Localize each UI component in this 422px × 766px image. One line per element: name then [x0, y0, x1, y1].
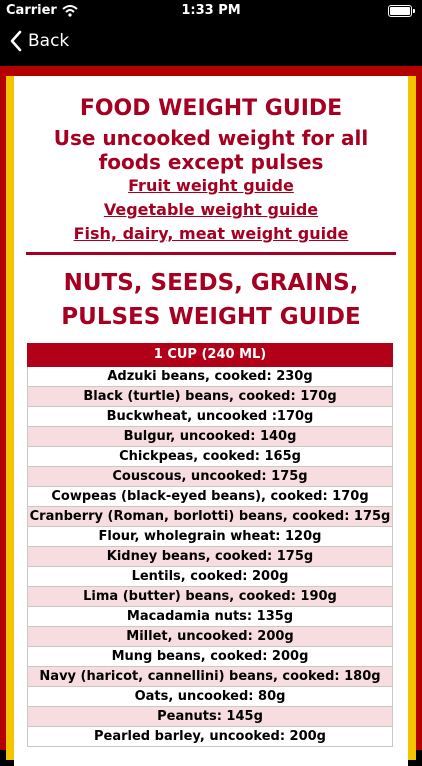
table-row: Adzuki beans, cooked: 230g	[27, 367, 393, 387]
table-row: Lentils, cooked: 200g	[27, 567, 393, 587]
table-row: Cowpeas (black-eyed beans), cooked: 170g	[27, 487, 393, 507]
back-label: Back	[28, 31, 70, 51]
table-row: Mung beans, cooked: 200g	[27, 647, 393, 667]
back-button[interactable]: Back	[10, 30, 69, 52]
status-bar: Carrier 1:33 PM	[0, 0, 422, 22]
table-row: Chickpeas, cooked: 165g	[27, 447, 393, 467]
weight-table: 1 CUP (240 ML) Adzuki beans, cooked: 230…	[27, 343, 393, 747]
status-time: 1:33 PM	[181, 3, 241, 18]
table-header: 1 CUP (240 ML)	[27, 343, 393, 367]
table-row: Peanuts: 145g	[27, 707, 393, 727]
table-row: Lima (butter) beans, cooked: 190g	[27, 587, 393, 607]
table-row: Navy (haricot, cannellini) beans, cooked…	[27, 667, 393, 687]
table-row: Pearled barley, uncooked: 200g	[27, 727, 393, 747]
table-row: Oats, uncooked: 80g	[27, 687, 393, 707]
table-row: Black (turtle) beans, cooked: 170g	[27, 387, 393, 407]
section-title-line-1: NUTS, SEEDS, GRAINS,	[63, 270, 359, 296]
page-title: FOOD WEIGHT GUIDE	[79, 96, 343, 121]
table-row: Macadamia nuts: 135g	[27, 607, 393, 627]
section-divider	[26, 252, 396, 255]
table-row: Bulgur, uncooked: 140g	[27, 427, 393, 447]
content-card: FOOD WEIGHT GUIDE Use uncooked weight fo…	[14, 76, 408, 766]
subtitle-line-2: foods except pulses	[98, 150, 324, 174]
vegetable-guide-link[interactable]: Vegetable weight guide	[14, 200, 408, 219]
navigation-bar: Back	[0, 22, 422, 66]
table-row: Kidney beans, cooked: 175g	[27, 547, 393, 567]
table-row: Millet, uncooked: 200g	[27, 627, 393, 647]
section-title-line-2: PULSES WEIGHT GUIDE	[61, 304, 361, 330]
table-row: Flour, wholegrain wheat: 120g	[27, 527, 393, 547]
table-row: Couscous, uncooked: 175g	[27, 467, 393, 487]
battery-icon	[388, 5, 415, 17]
fish-dairy-meat-guide-link[interactable]: Fish, dairy, meat weight guide	[14, 224, 408, 243]
fruit-guide-link[interactable]: Fruit weight guide	[14, 176, 408, 195]
subtitle-line-1: Use uncooked weight for all	[53, 126, 369, 150]
chevron-left-icon	[10, 30, 22, 52]
table-row: Buckwheat, uncooked :170g	[27, 407, 393, 427]
table-row: Cranberry (Roman, borlotti) beans, cooke…	[27, 507, 393, 527]
